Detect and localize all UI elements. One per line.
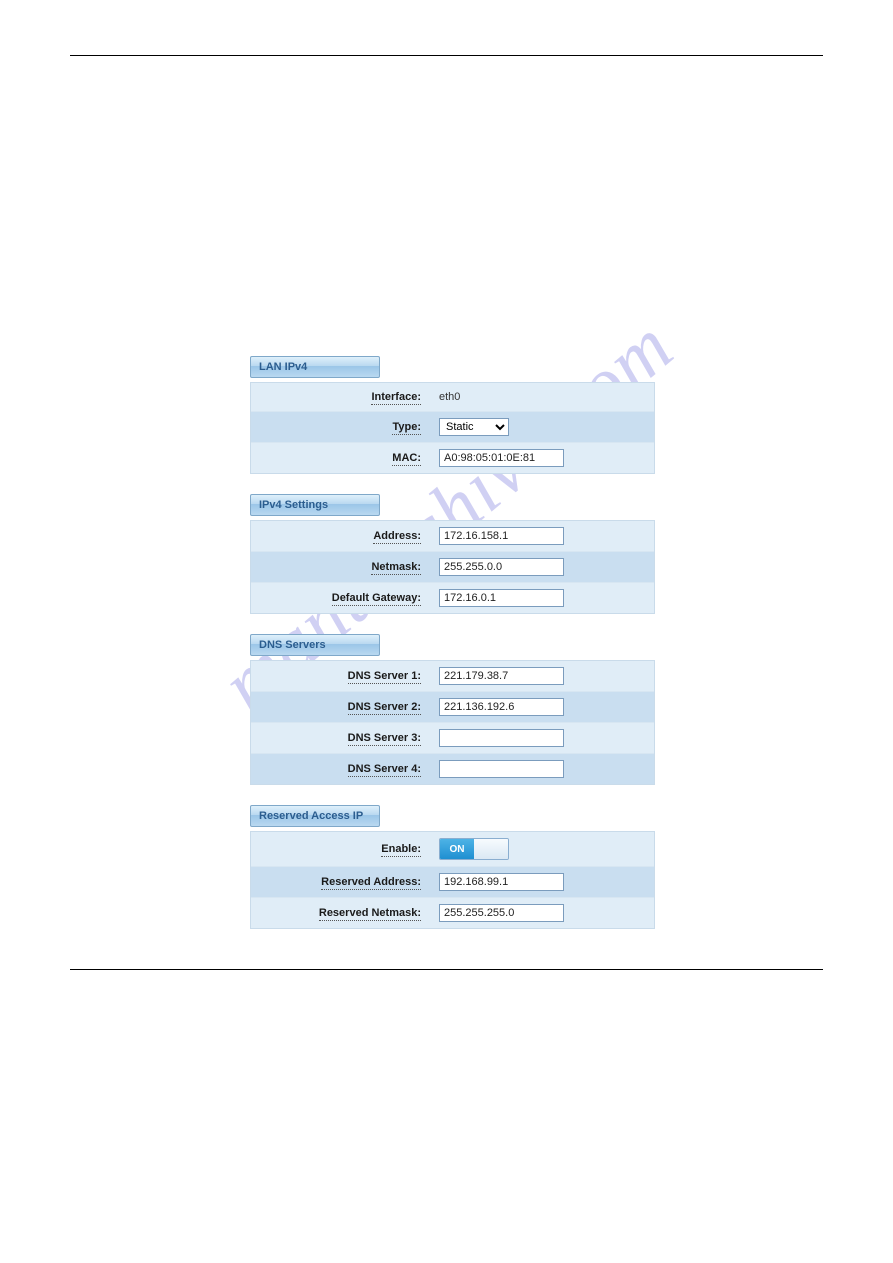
label-gateway: Default Gateway:: [251, 584, 431, 612]
row-interface: Interface: eth0: [251, 383, 654, 412]
mac-input[interactable]: [439, 449, 564, 467]
reserved-netmask-input[interactable]: [439, 904, 564, 922]
netmask-input[interactable]: [439, 558, 564, 576]
label-netmask: Netmask:: [251, 553, 431, 581]
label-reserved-address: Reserved Address:: [251, 868, 431, 896]
label-dns1: DNS Server 1:: [251, 662, 431, 690]
row-reserved-netmask: Reserved Netmask:: [251, 898, 654, 928]
dns-servers-header: DNS Servers: [250, 634, 380, 656]
dns3-input[interactable]: [439, 729, 564, 747]
label-interface: Interface:: [251, 383, 431, 411]
row-mac: MAC:: [251, 443, 654, 473]
reserved-access-panel: Enable: ON Reserved Address: Reserved Ne…: [250, 831, 655, 929]
row-address: Address:: [251, 521, 654, 552]
dns1-input[interactable]: [439, 667, 564, 685]
row-dns2: DNS Server 2:: [251, 692, 654, 723]
label-address: Address:: [251, 522, 431, 550]
reserved-access-header: Reserved Access IP: [250, 805, 380, 827]
top-rule: [70, 55, 823, 56]
row-reserved-address: Reserved Address:: [251, 867, 654, 898]
dns2-input[interactable]: [439, 698, 564, 716]
label-enable: Enable:: [251, 835, 431, 863]
row-netmask: Netmask:: [251, 552, 654, 583]
ipv4-settings-panel: Address: Netmask: Default Gateway:: [250, 520, 655, 614]
dns4-input[interactable]: [439, 760, 564, 778]
dns-servers-panel: DNS Server 1: DNS Server 2: DNS Server 3…: [250, 660, 655, 785]
bottom-rule: [70, 969, 823, 970]
settings-form: LAN IPv4 Interface: eth0 Type: Static MA…: [250, 356, 655, 929]
row-gateway: Default Gateway:: [251, 583, 654, 613]
lan-ipv4-panel: Interface: eth0 Type: Static MAC:: [250, 382, 655, 474]
label-mac: MAC:: [251, 444, 431, 472]
row-dns3: DNS Server 3:: [251, 723, 654, 754]
label-dns4: DNS Server 4:: [251, 755, 431, 783]
row-type: Type: Static: [251, 412, 654, 443]
row-dns1: DNS Server 1:: [251, 661, 654, 692]
lan-ipv4-header: LAN IPv4: [250, 356, 380, 378]
label-dns3: DNS Server 3:: [251, 724, 431, 752]
row-dns4: DNS Server 4:: [251, 754, 654, 784]
toggle-on-label: ON: [440, 839, 474, 859]
type-select[interactable]: Static: [439, 418, 509, 436]
label-type: Type:: [251, 413, 431, 441]
label-dns2: DNS Server 2:: [251, 693, 431, 721]
toggle-off-side: [474, 839, 508, 859]
ipv4-settings-header: IPv4 Settings: [250, 494, 380, 516]
label-reserved-netmask: Reserved Netmask:: [251, 899, 431, 927]
reserved-address-input[interactable]: [439, 873, 564, 891]
enable-toggle[interactable]: ON: [439, 838, 509, 860]
value-interface: eth0: [431, 385, 654, 409]
gateway-input[interactable]: [439, 589, 564, 607]
address-input[interactable]: [439, 527, 564, 545]
row-enable: Enable: ON: [251, 832, 654, 867]
